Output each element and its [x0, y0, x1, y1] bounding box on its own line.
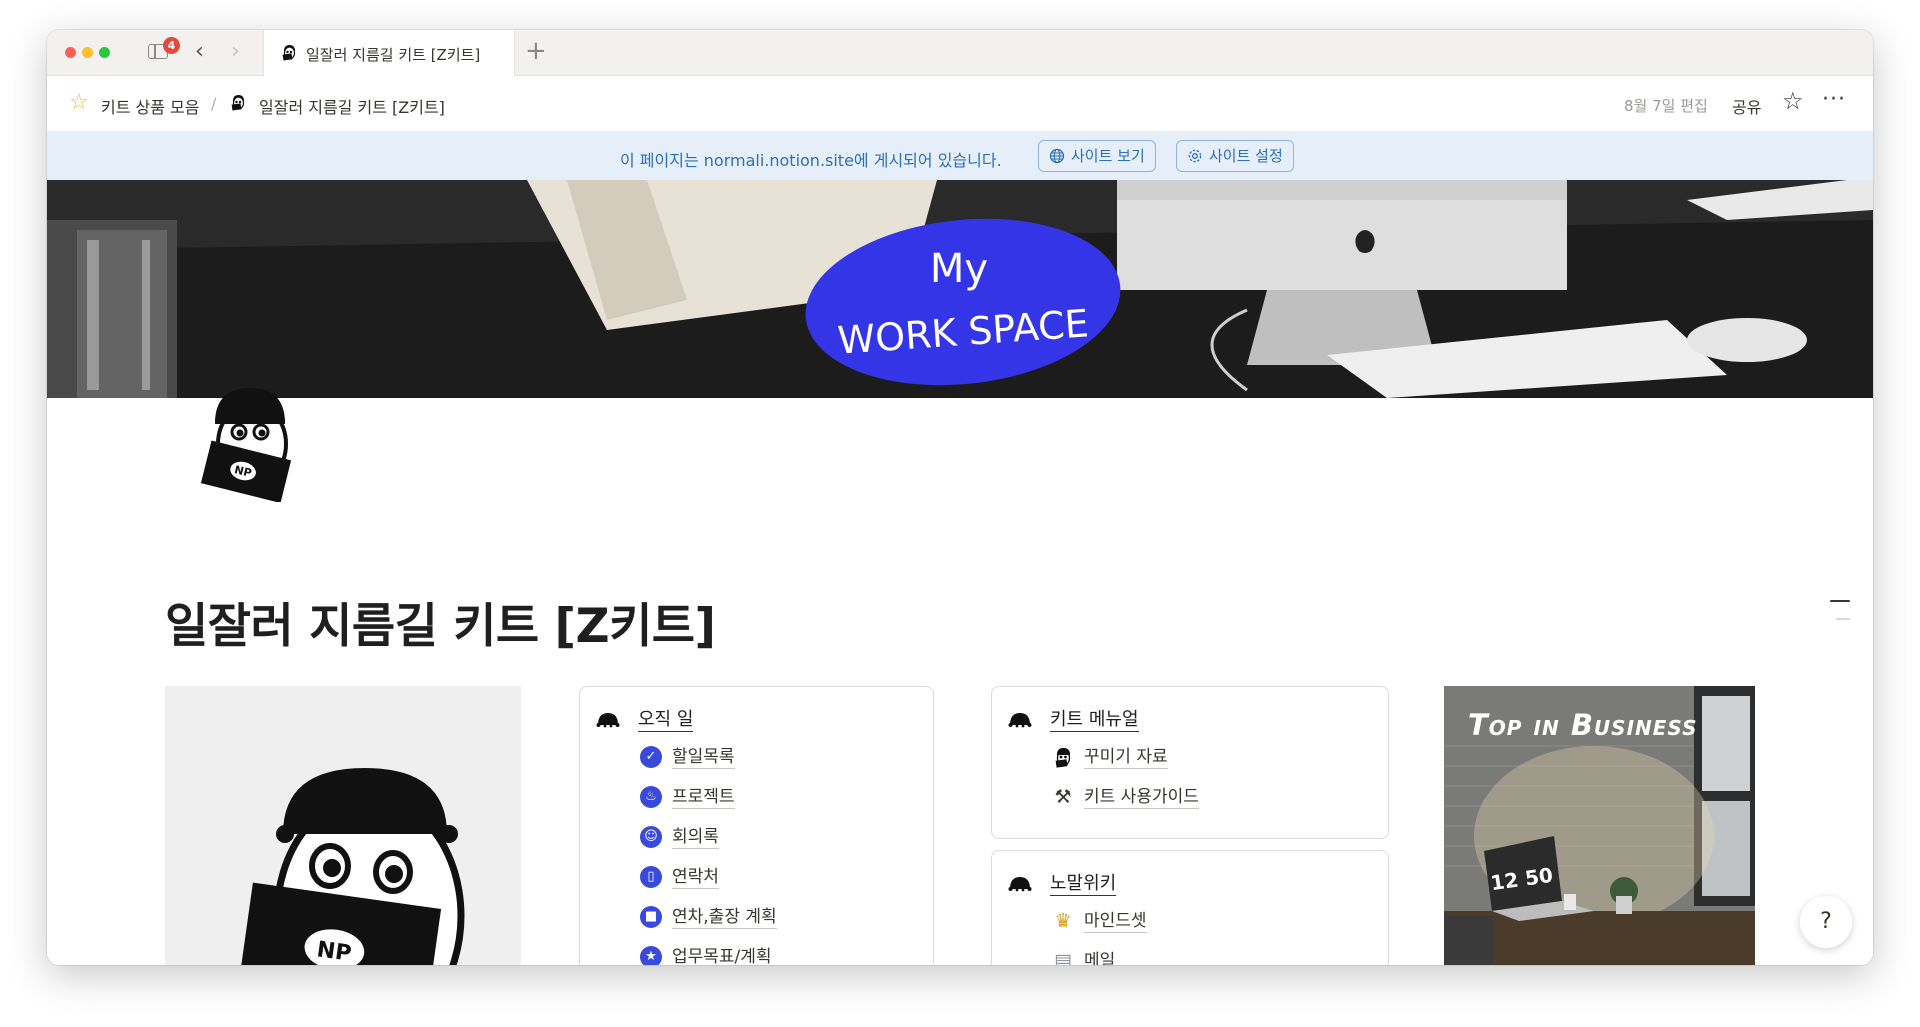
- mindset-link[interactable]: 마인드셋: [1084, 910, 1147, 933]
- project-link[interactable]: 프로젝트: [672, 786, 735, 809]
- vacation-plan-link[interactable]: 연차,출장 계획: [672, 906, 777, 929]
- tools-icon: ⚒: [1054, 786, 1072, 808]
- np-character-icon: [231, 95, 245, 111]
- desk-workspace-photo: My WORK SPACE: [47, 180, 1873, 398]
- table-of-contents-icon[interactable]: [1830, 600, 1850, 636]
- np-character-icon: [282, 45, 296, 61]
- normal-wiki-heading-label[interactable]: 노말위키: [1050, 873, 1117, 896]
- phone-circle-icon: ▯: [640, 866, 662, 888]
- view-site-button[interactable]: 사이트 보기: [1038, 140, 1156, 172]
- page-title[interactable]: 일잘러 지름길 키트 [Z키트]: [165, 587, 716, 656]
- kit-manual-callout: 키트 메뉴얼 꾸미기 자료 ⚒ 키트 사용가이드: [991, 686, 1389, 839]
- np-character-page-icon[interactable]: NP: [197, 382, 303, 502]
- publish-banner-text: 이 페이지는 normali.notion.site에 게시되어 있습니다.: [620, 151, 1002, 170]
- close-window-button[interactable]: [65, 47, 76, 58]
- zoom-window-button[interactable]: [99, 47, 110, 58]
- image-caption-title: Top in Business: [1468, 708, 1698, 742]
- work-goals-link[interactable]: 업무목표/계획: [672, 946, 772, 965]
- breadcrumb-item-kit-collection[interactable]: 키트 상품 모음: [101, 94, 200, 118]
- newspaper-icon: ▤: [1054, 950, 1072, 965]
- share-button[interactable]: 공유: [1732, 94, 1761, 118]
- tab-active-page[interactable]: 일잘러 지름길 키트 [Z키트]: [263, 30, 515, 76]
- svg-text:NP: NP: [315, 937, 353, 965]
- kit-manual-heading-label[interactable]: 키트 메뉴얼: [1050, 709, 1139, 732]
- site-settings-button[interactable]: 사이트 설정: [1176, 140, 1294, 172]
- decoration-assets-link[interactable]: 꾸미기 자료: [1084, 746, 1168, 769]
- np-character-icon: [1055, 748, 1071, 768]
- calendar-circle-icon: ■: [640, 906, 662, 928]
- np-character-image[interactable]: NP: [165, 686, 521, 965]
- publish-banner: 이 페이지는 normali.notion.site에 게시되어 있습니다. 사…: [47, 131, 1873, 180]
- help-button[interactable]: ?: [1800, 896, 1852, 948]
- kit-guide-link[interactable]: 키트 사용가이드: [1084, 786, 1199, 809]
- fire-circle-icon: ♨: [640, 786, 662, 808]
- last-edited-text[interactable]: 8월 7일 편집: [1624, 95, 1708, 116]
- forward-arrow-icon[interactable]: ›: [231, 40, 240, 64]
- globe-icon: [1049, 148, 1065, 164]
- page-top-bar: ☆ 키트 상품 모음 / 일잘러 지름길 키트 [Z키트] 8월 7일 편집 공…: [47, 76, 1873, 131]
- favorite-star-icon[interactable]: ☆: [1782, 89, 1804, 113]
- notification-badge: 4: [163, 37, 180, 54]
- page-cover-image[interactable]: My WORK SPACE: [47, 180, 1873, 398]
- site-settings-label: 사이트 설정: [1209, 147, 1283, 165]
- new-tab-icon[interactable]: +: [525, 38, 547, 64]
- star-emoji-icon: ☆: [69, 90, 89, 115]
- np-character-illustration: NP: [165, 686, 521, 965]
- work-callout: 오직 일 ✓ 할일목록 ♨ 프로젝트 ☺ 회의록 ▯ 연락처 ■ 연차,출장 계…: [579, 686, 934, 965]
- todo-link[interactable]: 할일목록: [672, 746, 735, 769]
- normal-wiki-callout: 노말위키 ♛ 마인드셋 ▤ 메일: [991, 850, 1389, 965]
- tab-bar: 4 ‹ › 일잘러 지름길 키트 [Z키트] +: [47, 30, 1873, 76]
- work-heading-label[interactable]: 오직 일: [638, 709, 694, 732]
- minimize-window-button[interactable]: [82, 47, 93, 58]
- view-site-label: 사이트 보기: [1071, 147, 1145, 165]
- top-in-business-image[interactable]: 12 50 Top in Business: [1444, 686, 1755, 965]
- more-options-icon[interactable]: ···: [1822, 88, 1846, 112]
- back-arrow-icon[interactable]: ‹: [195, 40, 204, 64]
- check-circle-icon: ✓: [640, 746, 662, 768]
- breadcrumb-separator: /: [211, 94, 217, 113]
- browser-window: 4 ‹ › 일잘러 지름길 키트 [Z키트] + ☆ 키트 상품 모음 / 일잘…: [47, 30, 1873, 965]
- smile-circle-icon: ☺: [640, 826, 662, 848]
- contacts-link[interactable]: 연락처: [672, 866, 719, 889]
- tab-label: 일잘러 지름길 키트 [Z키트]: [306, 46, 481, 64]
- mail-link[interactable]: 메일: [1084, 950, 1115, 965]
- np-hat-icon: [596, 713, 620, 728]
- trophy-icon: ♛: [1054, 910, 1072, 932]
- meeting-notes-link[interactable]: 회의록: [672, 826, 719, 849]
- breadcrumb-item-current-page[interactable]: 일잘러 지름길 키트 [Z키트]: [259, 94, 445, 118]
- star-circle-icon: ★: [640, 946, 662, 965]
- logo-text-my: My: [930, 246, 988, 292]
- np-hat-icon: [1008, 713, 1032, 728]
- gear-icon: [1188, 149, 1202, 163]
- np-hat-icon: [1008, 877, 1032, 892]
